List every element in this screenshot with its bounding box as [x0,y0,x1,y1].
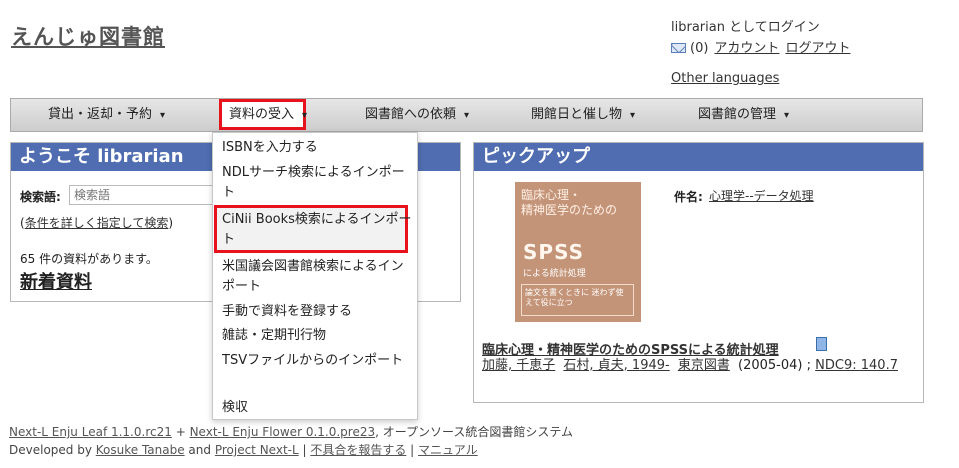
subject-label: 件名: [674,190,703,204]
menu-item-serials[interactable]: 雑誌・定期刊行物 [222,326,412,346]
acquisition-dropdown-menu: ISBNを入力する NDLサーチ検索によるインポート CiNii Books検索… [212,132,418,420]
author-credit-link[interactable]: Kosuke Tanabe [96,443,185,457]
login-status: librarian としてログイン [671,20,820,35]
manual-link[interactable]: マニュアル [418,443,478,457]
message-count: (0) [690,41,709,56]
book-cover-image[interactable]: 臨床心理・ 精神医学のための SPSS による統計処理 論文を書くときに 迷わず使… [515,182,641,322]
author-link[interactable]: 石村, 貞夫, 1949- [563,358,669,373]
enju-leaf-link[interactable]: Next-L Enju Leaf 1.1.0.rc21 [9,425,172,439]
logout-link[interactable]: ログアウト [785,41,850,56]
pickup-heading: ピックアップ [474,143,923,171]
ndc-link[interactable]: NDC9: 140.7 [815,358,898,373]
account-link[interactable]: アカウント [714,41,779,56]
advanced-search-link[interactable]: 条件を詳しく指定して検索 [25,216,169,230]
menu-item-manual-register[interactable]: 手動で資料を登録する [222,302,412,322]
caret-down-icon: ▾ [302,110,308,121]
menu-item-inspection[interactable]: 検収 [222,398,412,418]
publisher-link[interactable]: 東京図書 [678,358,730,373]
book-title-link[interactable]: 臨床心理・精神医学のためのSPSSによる統計処理 [482,339,779,358]
report-bug-link[interactable]: 不具合を報告する [310,443,406,457]
book-icon [816,337,827,351]
search-label: 検索語: [20,190,61,204]
advanced-search: (条件を詳しく指定して検索) [20,216,174,230]
menu-item-isbn[interactable]: ISBNを入力する [222,138,412,158]
account-line: (0) アカウント ログアウト [671,37,850,56]
footer-versions: Next-L Enju Leaf 1.1.0.rc21 + Next-L Enj… [9,425,574,439]
nav-circulation[interactable]: 貸出・返却・予約 ▾ [48,99,165,131]
enju-flower-link[interactable]: Next-L Enju Flower 0.1.0.pre23 [190,425,376,439]
mail-icon[interactable] [671,43,686,53]
nav-acquisition[interactable]: 資料の受入 ▾ [229,99,307,131]
author-link[interactable]: 加藤, 千恵子 [482,358,555,373]
menu-item-loc-import[interactable]: 米国議会図書館検索によるインポート [222,257,412,297]
new-items-link[interactable]: 新着資料 [20,268,92,294]
caret-down-icon: ▾ [160,110,166,121]
nav-requests[interactable]: 図書館への依頼 ▾ [365,99,469,131]
caret-down-icon: ▾ [464,110,470,121]
menu-item-ndl-import[interactable]: NDLサーチ検索によるインポート [222,163,412,203]
main-navbar: 貸出・返却・予約 ▾ 資料の受入 ▾ 図書館への依頼 ▾ 開館日と催し物 ▾ 図書館の管… [10,98,923,132]
caret-down-icon: ▾ [784,110,790,121]
site-title[interactable]: えんじゅ図書館 [11,21,165,51]
nav-events[interactable]: 開館日と催し物 ▾ [531,99,635,131]
item-count: 65 件の資料があります。 [20,252,158,266]
project-link[interactable]: Project Next-L [215,443,299,457]
nav-admin[interactable]: 図書館の管理 ▾ [698,99,789,131]
caret-down-icon: ▾ [630,110,636,121]
other-languages-link[interactable]: Other languages [671,71,779,86]
subject-link[interactable]: 心理学--データ処理 [709,187,814,204]
book-metadata: 加藤, 千恵子 石村, 貞夫, 1949- 東京図書 (2005-04) ; N… [482,358,898,373]
publication-year: (2005-04) [738,358,803,373]
footer-credits: Developed by Kosuke Tanabe and Project N… [9,443,478,457]
menu-item-tsv-import[interactable]: TSVファイルからのインポート [222,351,412,371]
menu-item-cinii-import[interactable]: CiNii Books検索によるインポート [222,210,412,250]
